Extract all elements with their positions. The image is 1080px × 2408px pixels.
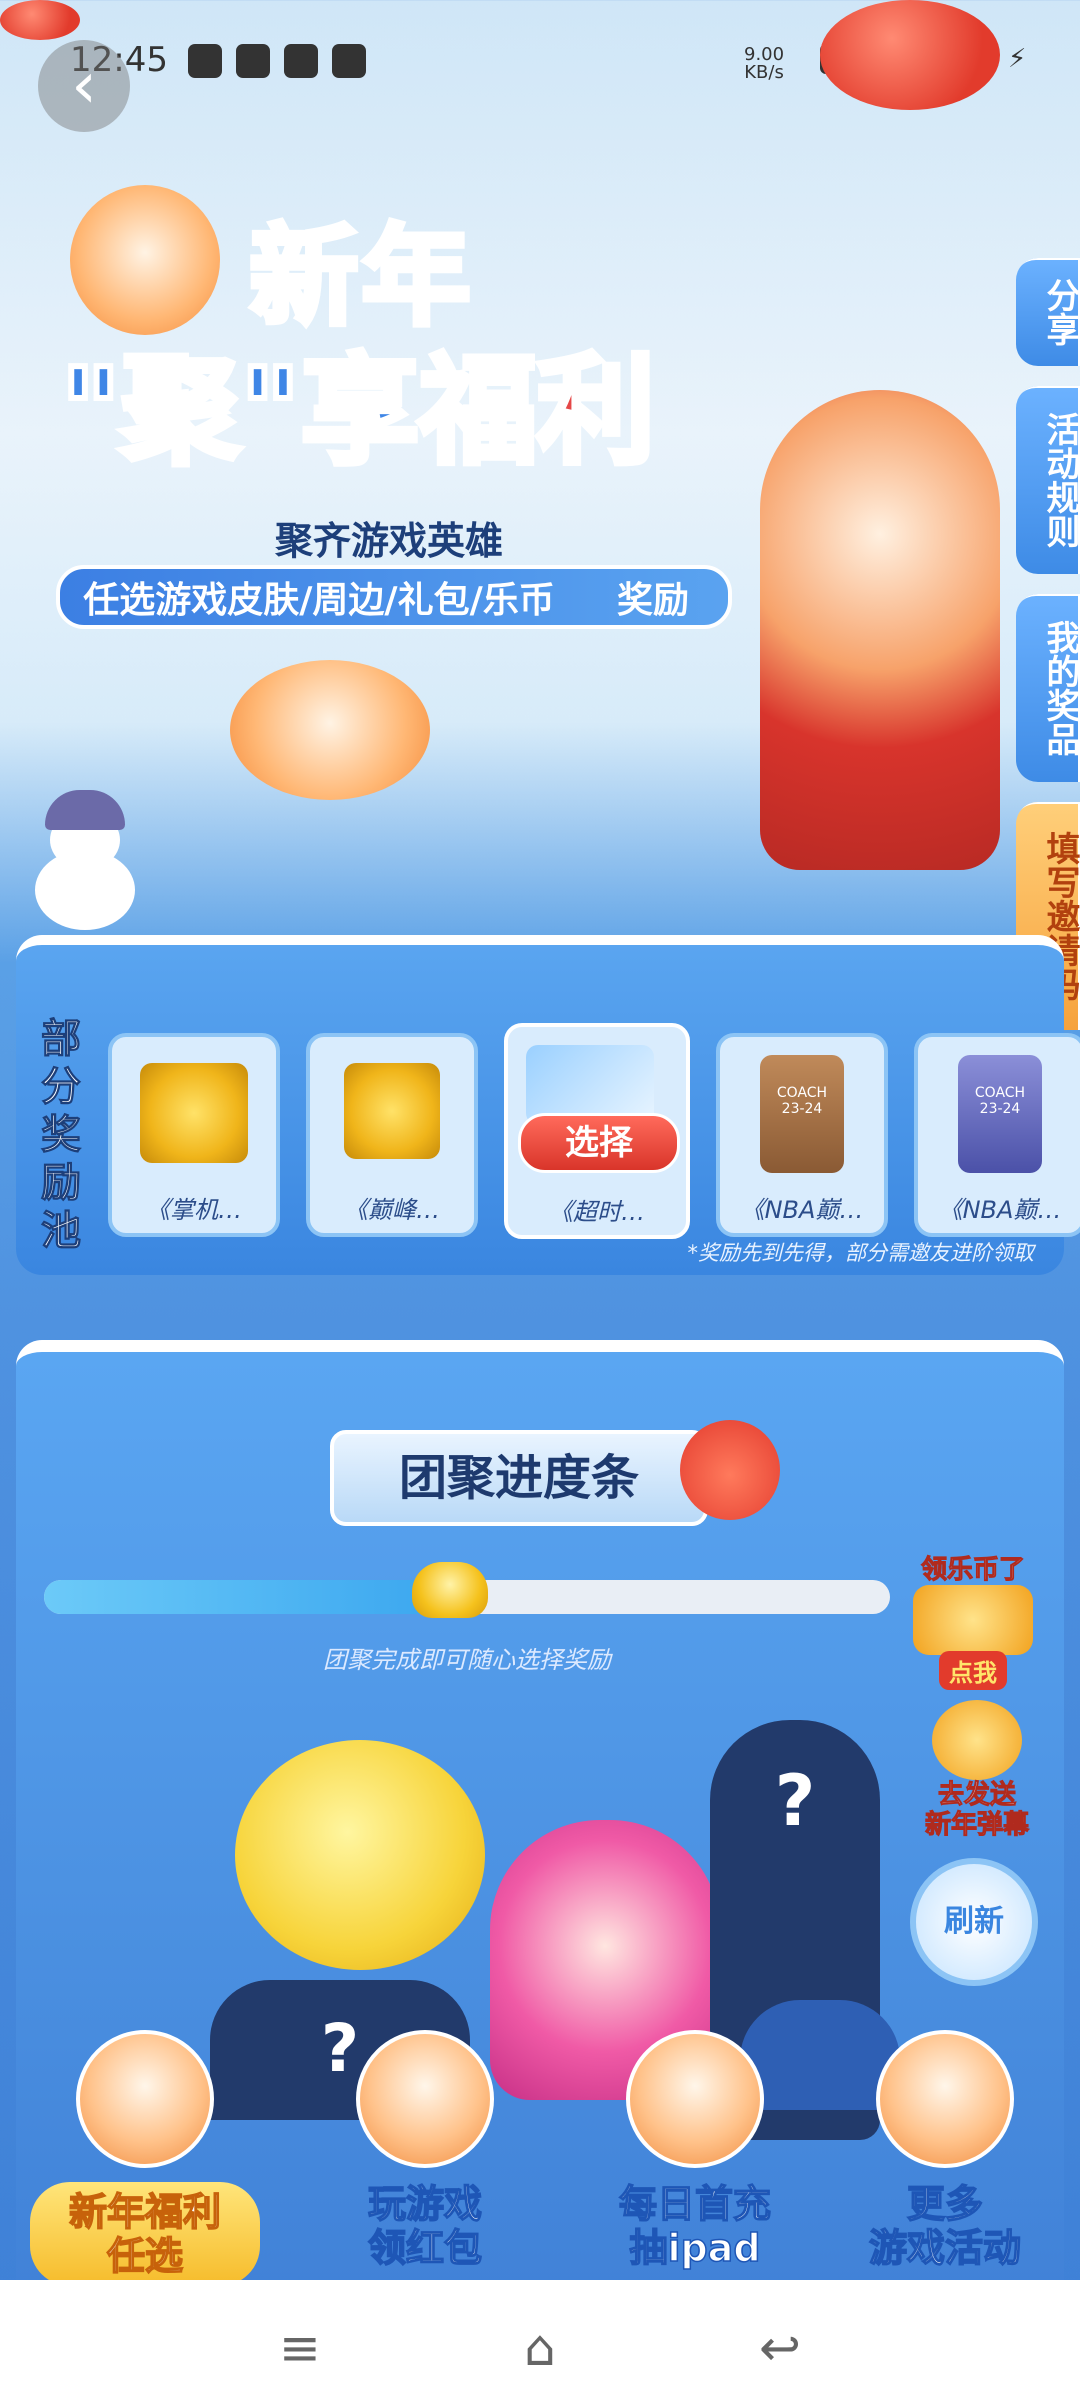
reward-card-selected[interactable]: 选择 《超时… <box>504 1023 690 1239</box>
hero-girl-character <box>760 390 1000 870</box>
net-speed: 9.00 KB/s <box>744 44 785 83</box>
tab-rules[interactable]: 活动规则 <box>1016 386 1080 574</box>
mail-icon <box>188 44 222 78</box>
home-icon[interactable]: ⌂ <box>505 2320 575 2376</box>
progress-bar <box>44 1562 890 1618</box>
back-button[interactable]: ‹ <box>38 40 130 132</box>
select-button[interactable]: 选择 <box>518 1113 680 1173</box>
mascot-chef-icon <box>626 2030 764 2168</box>
mascot-red-icon <box>76 2030 214 2168</box>
charging-icon: ⚡ <box>1008 44 1027 74</box>
reward-card[interactable]: 《巅峰… <box>306 1033 478 1237</box>
page-title-line2: "聚"享福利 <box>57 339 658 483</box>
lucky-bag-icon <box>680 1420 780 1520</box>
progress-hint: 团聚完成即可随心选择奖励 <box>323 1646 611 1674</box>
app-icon <box>236 44 270 78</box>
gem-coin-icon <box>344 1063 440 1159</box>
reward-types-banner: 任选游戏皮肤/周边/礼包/乐币 奖励 <box>56 565 732 629</box>
lantern-decoration <box>0 0 80 40</box>
card-pack-icon: COACH 23-24 <box>958 1055 1042 1173</box>
tab-share[interactable]: 分享 <box>1016 258 1080 366</box>
lantern-decoration <box>820 0 1000 110</box>
system-navigation-bar: ≡ ⌂ ↩ <box>0 2280 1080 2408</box>
progress-fill <box>44 1580 451 1614</box>
activity-nav: 新年福利 任选 玩游戏 领红包 每日首充 抽ipad 更多 游戏活动 <box>0 2030 1080 2286</box>
progress-title: 团聚进度条 <box>330 1430 708 1526</box>
nav-play-games[interactable]: 玩游戏 领红包 <box>310 2030 540 2280</box>
reward-cards: 《掌机… 《巅峰… 选择 《超时… COACH 23-24 《NBA巅… COA… <box>108 1023 1080 1239</box>
page-subtitle: 聚齐游戏英雄 <box>275 519 504 563</box>
menu-icon[interactable]: ≡ <box>265 2320 335 2376</box>
coin-pile-icon <box>913 1585 1033 1655</box>
chevron-left-icon: ‹ <box>71 49 97 123</box>
tab-my-prizes[interactable]: 我的奖品 <box>1016 594 1080 782</box>
side-tabs: 分享 活动规则 我的奖品 填写邀请码 <box>1008 258 1080 1050</box>
card-pack-icon: COACH 23-24 <box>760 1055 844 1173</box>
reward-pool-note: *奖励先到先得，部分需邀友进阶领取 <box>687 1241 1035 1265</box>
back-nav-icon[interactable]: ↩ <box>745 2320 815 2376</box>
collect-coin-button[interactable]: 领乐币了 点我 <box>908 1555 1038 1690</box>
reward-card[interactable]: 《掌机… <box>108 1033 280 1237</box>
nav-new-year-benefits[interactable]: 新年福利 任选 <box>30 2030 260 2286</box>
mascot-top-left <box>70 185 220 335</box>
reward-card[interactable]: COACH 23-24 《NBA巅… <box>716 1033 888 1237</box>
mascot-lying <box>230 660 430 800</box>
notification-icons <box>188 44 366 78</box>
nav-daily-recharge[interactable]: 每日首充 抽ipad <box>580 2030 810 2280</box>
app2-icon <box>332 44 366 78</box>
nav-more-activities[interactable]: 更多 游戏活动 <box>830 2030 1060 2280</box>
mascot-lion-icon <box>876 2030 1014 2168</box>
mascot-cry-icon <box>356 2030 494 2168</box>
reward-card[interactable]: COACH 23-24 《NBA巅… <box>914 1033 1080 1237</box>
reward-pool-panel: 部分奖励池 《掌机… 《巅峰… 选择 《超时… COACH 23-24 《NBA… <box>16 935 1080 1275</box>
yellow-mascot <box>235 1740 485 1970</box>
coin-icon <box>140 1063 248 1163</box>
reward-pool-title: 部分奖励池 <box>41 1016 82 1255</box>
tiktok-icon <box>284 44 318 78</box>
snowman-decoration <box>20 790 150 930</box>
gold-ingot-icon <box>412 1562 489 1618</box>
